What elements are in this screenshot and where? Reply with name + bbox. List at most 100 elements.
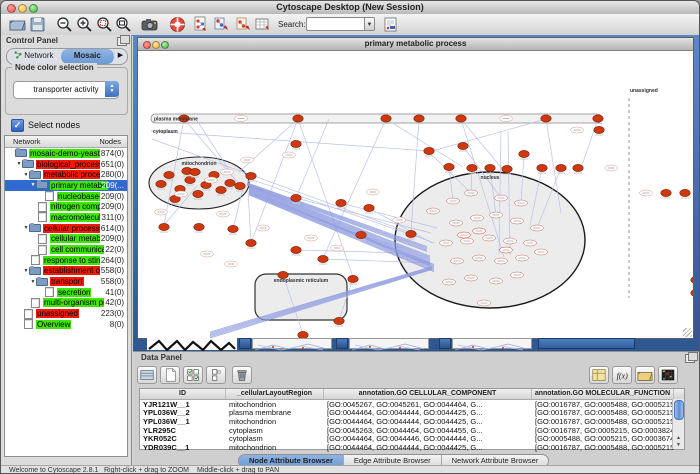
network-node[interactable] xyxy=(458,142,468,149)
table-row[interactable]: YPL036W__1mitochondrion[GO:0044464, GO:0… xyxy=(140,417,684,426)
network-node[interactable] xyxy=(225,179,235,186)
tree-row[interactable]: unassigned223(0) xyxy=(5,308,127,319)
network-node[interactable] xyxy=(537,164,547,171)
table-row[interactable]: YPL036W__2plasma membrane[GO:0044464, GO… xyxy=(140,409,684,418)
col-layout-region[interactable]: _cellularLayoutRegion xyxy=(226,389,324,399)
network-node[interactable] xyxy=(444,163,454,170)
select-attributes-icon[interactable] xyxy=(183,366,203,384)
network-node[interactable] xyxy=(291,246,301,253)
tree-row[interactable]: ▼metabolic process280(0) xyxy=(5,169,127,180)
minimized-window-thumbnail[interactable] xyxy=(147,338,237,350)
unselect-attributes-icon[interactable] xyxy=(206,366,226,384)
table-row[interactable]: YKR052Ccytoplasm[GO:0044464, GO:0044446,… xyxy=(140,434,684,443)
zoom-selected-icon[interactable] xyxy=(96,16,113,33)
zoom-in-icon[interactable] xyxy=(76,16,93,33)
network-node[interactable] xyxy=(593,115,603,122)
col-cellular-component[interactable]: annotation.GO CELLULAR_COMPONENT xyxy=(324,389,532,399)
tree-row[interactable]: ▼primary metabo209(... xyxy=(5,180,127,191)
network-node[interactable] xyxy=(348,275,358,282)
float-panel-icon[interactable] xyxy=(117,37,127,46)
tab-network[interactable]: Network xyxy=(7,49,61,64)
import-attributes-icon[interactable] xyxy=(213,16,230,33)
minimized-window-thumbnail[interactable] xyxy=(252,338,332,349)
network-node[interactable] xyxy=(318,255,328,262)
network-node[interactable] xyxy=(293,115,303,122)
tree-row[interactable]: cell communicat22(0) xyxy=(5,244,127,255)
minimized-window-titlebar[interactable] xyxy=(439,338,451,349)
tree-row[interactable]: multi-organism pro42(0) xyxy=(5,298,127,309)
table-row[interactable]: YJR121W__1mitochondrion[GO:0045267, GO:0… xyxy=(140,400,684,409)
network-node[interactable] xyxy=(414,115,424,122)
network-node[interactable] xyxy=(381,115,391,122)
tree-row[interactable]: ▼establishment of lo558(0) xyxy=(5,266,127,277)
attribute-editor-icon[interactable] xyxy=(589,366,609,384)
network-node[interactable] xyxy=(573,164,583,171)
network-node[interactable] xyxy=(364,204,374,211)
open-file-icon[interactable] xyxy=(9,16,26,33)
search-input[interactable] xyxy=(306,17,368,31)
network-node[interactable] xyxy=(291,194,301,201)
table-scrollbar[interactable]: ▲▼ xyxy=(672,399,684,449)
network-node[interactable] xyxy=(164,171,174,178)
import-attribute-file-icon[interactable] xyxy=(635,366,655,384)
table-row[interactable]: YLR295Ccytoplasm[GO:0045263, GO:0044464,… xyxy=(140,426,684,435)
select-nodes-checkbox[interactable]: ✓ xyxy=(11,119,24,132)
tab-mosaic[interactable]: Mosaic xyxy=(61,49,115,64)
minimized-window-thumbnail[interactable] xyxy=(452,338,532,349)
network-node[interactable] xyxy=(193,190,203,197)
network-node[interactable] xyxy=(456,115,466,122)
network-node[interactable] xyxy=(556,164,566,171)
minimized-window-titlebar[interactable] xyxy=(538,338,635,349)
network-node[interactable] xyxy=(194,223,204,230)
tree-row[interactable]: cellular metabo209(0) xyxy=(5,234,127,245)
network-node[interactable] xyxy=(424,147,434,154)
delete-attribute-icon[interactable] xyxy=(232,366,252,384)
col-molecular-function[interactable]: annotation.GO MOLECULAR_FUNCTION xyxy=(532,389,674,399)
snapshot-icon[interactable] xyxy=(141,16,158,33)
network-node[interactable] xyxy=(246,172,256,179)
scrollbar-arrows-icon[interactable]: ▲▼ xyxy=(673,435,684,449)
network-node[interactable] xyxy=(502,165,512,172)
network-node[interactable] xyxy=(485,164,495,171)
attribute-matrix-icon[interactable] xyxy=(137,366,157,384)
network-node[interactable] xyxy=(406,230,416,237)
zoom-out-icon[interactable] xyxy=(56,16,73,33)
network-node[interactable] xyxy=(156,180,166,187)
network-node[interactable] xyxy=(336,199,346,206)
save-icon[interactable] xyxy=(29,16,46,33)
new-attribute-icon[interactable] xyxy=(160,366,180,384)
annotation-icon[interactable] xyxy=(382,16,399,33)
network-node[interactable] xyxy=(356,231,366,238)
network-node[interactable] xyxy=(691,276,693,283)
resize-grip-icon[interactable] xyxy=(683,328,692,337)
network-node[interactable] xyxy=(190,168,200,175)
col-id[interactable]: ID xyxy=(140,389,226,399)
network-node[interactable] xyxy=(594,126,604,133)
import-vizmap-icon[interactable] xyxy=(235,16,252,33)
node-color-combobox[interactable]: transporter activity ▲▼ xyxy=(13,81,119,99)
network-node[interactable] xyxy=(159,223,169,230)
tree-row[interactable]: ▼transport558(0) xyxy=(5,276,127,287)
help-icon[interactable] xyxy=(169,16,186,33)
tree-row[interactable]: ▼cellular process614(0) xyxy=(5,223,127,234)
network-node[interactable] xyxy=(216,186,226,193)
import-network-icon[interactable] xyxy=(192,16,209,33)
float-data-panel-icon[interactable] xyxy=(685,354,695,363)
tree-row[interactable]: nitrogen compo209(0) xyxy=(5,201,127,212)
scrollbar-thumb[interactable] xyxy=(674,400,684,420)
tree-row[interactable]: nucleobase-209(0) xyxy=(5,191,127,202)
network-node[interactable] xyxy=(680,189,690,196)
function-builder-icon[interactable]: f(x) xyxy=(612,366,632,384)
tabs-overflow-arrow-icon[interactable]: ▶ xyxy=(114,49,127,64)
network-node[interactable] xyxy=(519,150,529,157)
tree-row[interactable]: response to stimulu264(0) xyxy=(5,255,127,266)
network-node[interactable] xyxy=(541,115,551,122)
network-canvas[interactable]: plasma membranecytoplasmmitochondrionnuc… xyxy=(138,50,693,338)
network-node[interactable] xyxy=(235,182,245,189)
search-dropdown-arrow-icon[interactable]: ▼ xyxy=(364,17,375,31)
tree-row[interactable]: mosaic-demo-yeast874(0) xyxy=(5,148,127,159)
network-node[interactable] xyxy=(228,225,238,232)
network-node[interactable] xyxy=(467,164,477,171)
tree-row[interactable]: secretion41(0) xyxy=(5,287,127,298)
minimized-window-titlebar[interactable] xyxy=(239,338,251,349)
